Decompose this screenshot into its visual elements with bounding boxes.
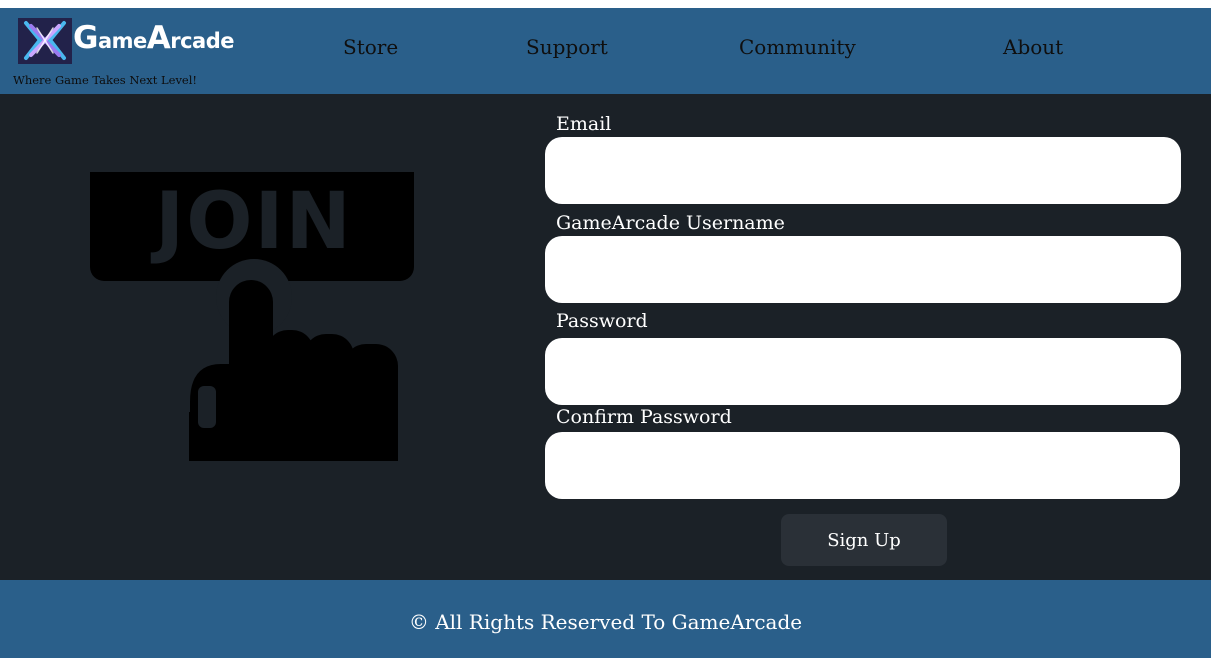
footer-copyright: © All Rights Reserved To GameArcade: [408, 610, 803, 634]
confirm-password-field[interactable]: [545, 432, 1180, 499]
logo-x-icon: [18, 18, 72, 64]
nav-store-link[interactable]: Store: [343, 35, 398, 59]
confirm-password-label: Confirm Password: [556, 406, 732, 428]
brand-initial-g: G: [73, 20, 98, 56]
brand-logo-link[interactable]: GameArcade Where Game Takes Next Level!: [12, 16, 242, 87]
password-label: Password: [556, 310, 648, 332]
join-illustration: JOIN: [90, 172, 414, 461]
email-field[interactable]: [545, 137, 1181, 204]
sign-up-button[interactable]: Sign Up: [781, 514, 947, 566]
pointing-hand-icon: [189, 259, 398, 461]
page-footer: © All Rights Reserved To GameArcade: [0, 580, 1211, 658]
email-label: Email: [556, 113, 612, 135]
password-field[interactable]: [545, 338, 1181, 405]
brand-rest-ame: ame: [97, 29, 147, 53]
brand-rest-rcade: rcade: [170, 29, 235, 53]
top-navbar: GameArcade Where Game Takes Next Level! …: [0, 8, 1211, 94]
top-strip: [0, 0, 1211, 8]
brand-tagline: Where Game Takes Next Level!: [13, 73, 198, 87]
username-label: GameArcade Username: [556, 212, 785, 234]
username-field[interactable]: [545, 236, 1181, 303]
brand-wordmark: GameArcade: [73, 20, 235, 56]
join-banner-text: JOIN: [150, 177, 353, 267]
nav-about-link[interactable]: About: [1003, 35, 1063, 59]
nav-support-link[interactable]: Support: [526, 35, 608, 59]
nav-community-link[interactable]: Community: [739, 35, 856, 59]
signup-page: GameArcade Where Game Takes Next Level! …: [0, 0, 1211, 658]
brand-initial-a: A: [146, 20, 171, 56]
